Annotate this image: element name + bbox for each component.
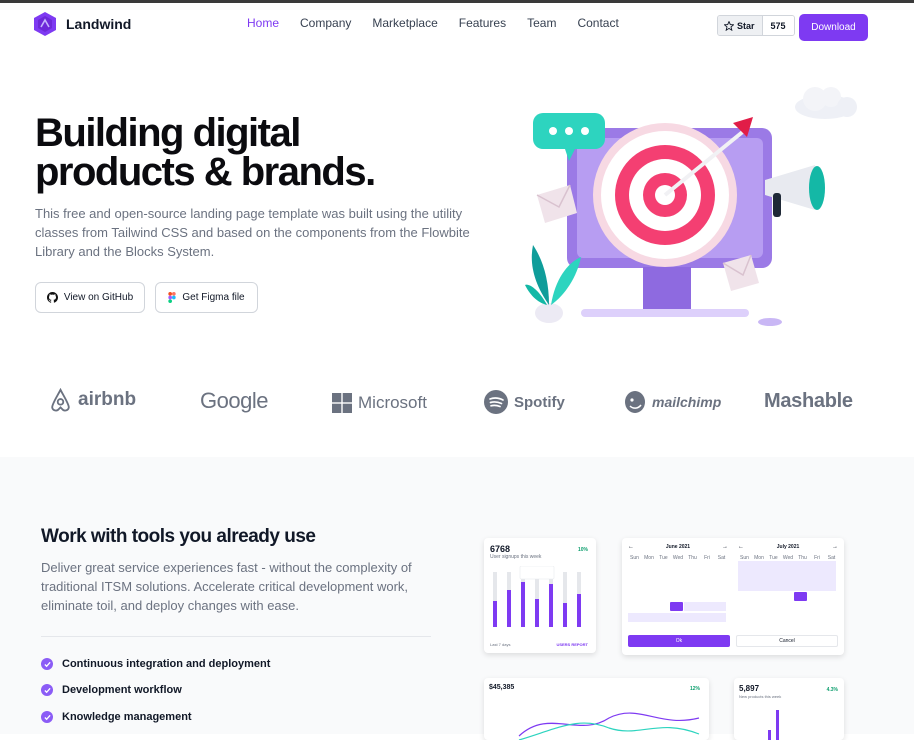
logo-google-text: Google: [200, 388, 268, 413]
logo-spotify-text: Spotify: [514, 393, 565, 411]
megaphone-icon: [765, 165, 825, 217]
star-count[interactable]: 575: [762, 16, 794, 35]
get-figma-file-button[interactable]: Get Figma file: [155, 282, 258, 313]
microsoft-icon: [332, 393, 352, 413]
logo-airbnb: airbnb: [49, 388, 136, 412]
users-footer-left[interactable]: Last 7 days: [490, 642, 510, 647]
logo-microsoft: Microsoft: [332, 393, 427, 413]
prev-month-icon[interactable]: ←: [738, 544, 744, 550]
nav-link-team[interactable]: Team: [527, 16, 556, 30]
calendar-month-label: July 2021: [776, 544, 800, 550]
logo-mashable-text: Mashable: [764, 390, 853, 412]
feature-label: Development workflow: [62, 684, 182, 696]
view-on-github-label: View on GitHub: [63, 292, 134, 303]
users-report-link[interactable]: USERS REPORT: [556, 642, 588, 647]
prev-month-icon[interactable]: ←: [628, 544, 634, 550]
calendar-july: ← July 2021 → Sun Mon Tue Wed Thu Fri Sat: [738, 544, 838, 630]
user-signups-card: 6768 User signups this week 10% Last 7 d…: [484, 538, 596, 653]
github-icon: [46, 292, 58, 303]
logo-airbnb-text: airbnb: [78, 389, 137, 410]
nav-link-features[interactable]: Features: [459, 16, 506, 30]
calendar-cancel-button[interactable]: Cancel: [736, 635, 838, 647]
july-days-grid[interactable]: [738, 561, 838, 625]
sales-change: 12%: [689, 686, 700, 692]
features-description: Deliver great service experiences fast -…: [41, 560, 412, 613]
clouds-icon: [795, 87, 857, 119]
landwind-logo-icon: [34, 12, 56, 36]
divider: [41, 636, 431, 637]
products-caption: New products this week: [739, 694, 782, 699]
github-star-button[interactable]: Star 575: [717, 15, 795, 36]
view-on-github-button[interactable]: View on GitHub: [35, 282, 145, 313]
products-value: 5,897: [739, 684, 760, 693]
calendar-month-label: June 2021: [665, 544, 691, 550]
sales-value: $45,385: [489, 684, 515, 691]
nav-link-marketplace[interactable]: Marketplace: [372, 16, 437, 30]
brand-name: Landwind: [66, 16, 132, 32]
figma-icon: [168, 292, 177, 303]
features-title: Work with tools you already use: [41, 526, 316, 547]
logo-microsoft-text: Microsoft: [358, 393, 427, 412]
users-value: 6768: [490, 544, 511, 554]
feature-label: Continuous integration and deployment: [62, 658, 271, 670]
calendar-ok-button[interactable]: Ok: [628, 635, 730, 647]
users-caption: User signups this week: [490, 554, 542, 560]
star-icon: [724, 20, 734, 31]
logo-mashable: Mashable: [764, 390, 853, 413]
logo-spotify: Spotify: [484, 390, 565, 414]
star-label-segment[interactable]: Star: [718, 16, 763, 35]
products-bar-chart: [768, 710, 779, 740]
feature-item: Knowledge management: [41, 711, 192, 723]
products-change: 4.3%: [826, 687, 838, 693]
nav-link-contact[interactable]: Contact: [577, 16, 618, 30]
june-days-grid[interactable]: [628, 561, 728, 625]
hero-title: Building digital products & brands.: [35, 111, 376, 194]
main-menu: Home Company Marketplace Features Team C…: [247, 16, 640, 30]
brand[interactable]: Landwind: [34, 12, 131, 36]
navbar: Landwind Home Company Marketplace Featur…: [0, 3, 914, 49]
check-icon: [41, 684, 53, 696]
mailchimp-icon: [625, 391, 645, 413]
feature-item: Continuous integration and deployment: [41, 658, 270, 670]
feature-label: Knowledge management: [62, 711, 192, 723]
next-month-icon[interactable]: →: [722, 544, 728, 550]
download-button[interactable]: Download: [799, 14, 868, 41]
get-figma-file-label: Get Figma file: [182, 292, 245, 303]
users-bar-chart: [493, 566, 581, 627]
nav-link-home[interactable]: Home: [247, 16, 279, 30]
hero-description: This free and open-source landing page t…: [35, 206, 470, 259]
star-label: Star: [737, 20, 755, 31]
sales-card: $45,385 12%: [484, 678, 709, 740]
check-icon: [41, 658, 53, 670]
spotify-icon: [484, 390, 508, 414]
logo-mailchimp-text: mailchimp: [652, 394, 722, 410]
calendar-june: ← June 2021 → Sun Mon Tue Wed Thu Fri Sat: [628, 544, 728, 630]
hero-illustration: [525, 87, 857, 326]
feature-item: Development workflow: [41, 684, 182, 696]
nav-link-company[interactable]: Company: [300, 16, 351, 30]
next-month-icon[interactable]: →: [832, 544, 838, 550]
logo-mailchimp: mailchimp: [624, 390, 721, 414]
products-card: 5,897 New products this week 4.3%: [734, 678, 844, 740]
check-icon: [41, 711, 53, 723]
airbnb-icon: [51, 388, 70, 412]
users-change: 10%: [577, 547, 588, 553]
logo-google: Google: [200, 388, 268, 414]
date-picker-card: ← June 2021 → Sun Mon Tue Wed Thu Fri Sat ← Ju…: [622, 538, 844, 655]
